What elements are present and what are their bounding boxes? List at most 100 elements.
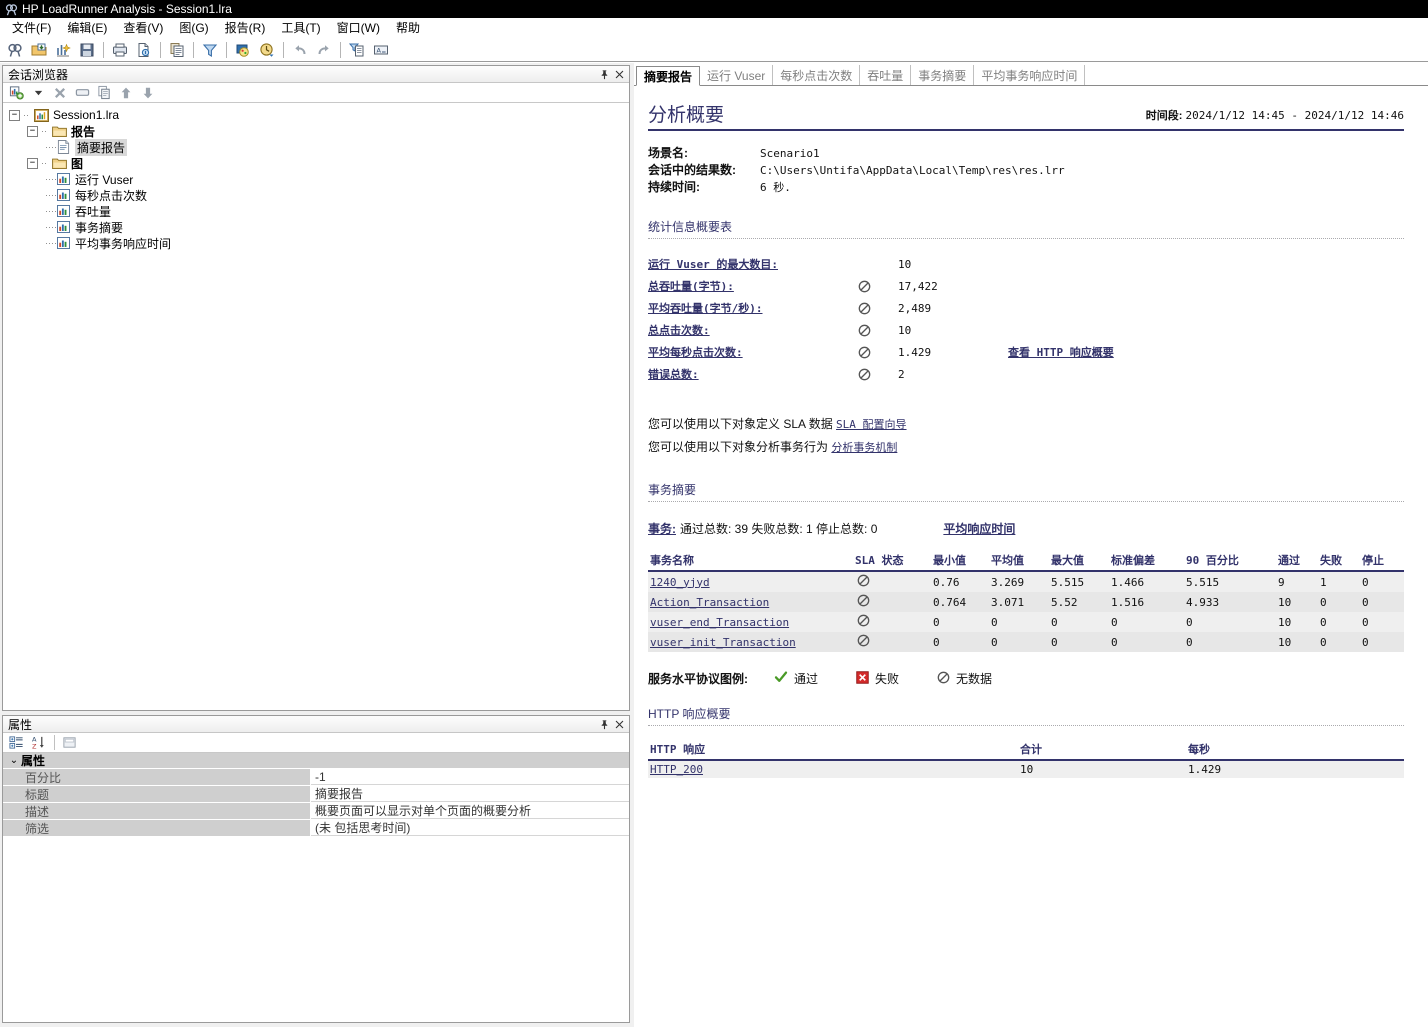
no-data-icon [858, 324, 898, 337]
categorized-view-icon[interactable] [6, 734, 26, 752]
menu-graph[interactable]: 图(G) [171, 17, 216, 38]
property-value-description[interactable]: 概要页面可以显示对单个页面的概要分析 [311, 803, 629, 819]
add-comment-icon[interactable]: A [370, 40, 392, 60]
save-icon[interactable] [76, 40, 98, 60]
close-icon[interactable] [612, 717, 627, 732]
stat-label-max-running-vusers[interactable]: 运行 Vuser 的最大数目: [648, 256, 858, 272]
redo-icon[interactable] [313, 40, 335, 60]
tree-node-running-vusers[interactable]: ···· 运行 Vuser [9, 171, 629, 187]
new-graph-icon[interactable] [52, 40, 74, 60]
tree-node-transaction-summary[interactable]: ···· 事务摘要 [9, 219, 629, 235]
sla-wizard-line: 您可以使用以下对象定义 SLA 数据 SLA 配置向导 [648, 413, 1404, 436]
tab-running-vusers[interactable]: 运行 Vuser [700, 65, 774, 85]
move-up-icon[interactable] [116, 84, 136, 102]
tree-node-throughput[interactable]: ···· 吞吐量 [9, 203, 629, 219]
auto-correlate-icon[interactable] [256, 40, 278, 60]
rename-icon[interactable] [72, 84, 92, 102]
transactions-link[interactable]: 事务: [648, 520, 676, 537]
expander-icon[interactable]: − [9, 109, 20, 121]
menu-tools[interactable]: 工具(T) [273, 17, 328, 38]
table-row[interactable]: vuser_init_Transaction 0 0 0 0 0 10 0 0 [648, 632, 1404, 652]
info-key-results-path: 会话中的结果数: [648, 163, 736, 177]
menu-window[interactable]: 窗口(W) [329, 17, 388, 38]
new-session-icon[interactable] [4, 40, 26, 60]
print-preview-icon[interactable] [133, 40, 155, 60]
tab-hits-per-second[interactable]: 每秒点击次数 [773, 65, 861, 85]
pin-icon[interactable] [597, 717, 612, 732]
no-data-icon [937, 671, 950, 687]
transaction-link[interactable]: 1240_yjyd [650, 576, 710, 589]
property-value-percent[interactable]: -1 [311, 769, 629, 785]
tree-node-hits-per-second[interactable]: ···· 每秒点击次数 [9, 187, 629, 203]
table-row[interactable]: HTTP_200 10 1.429 [648, 760, 1404, 778]
tree-node-session-root[interactable]: − ·· Session1.lra [9, 107, 629, 123]
filter-icon[interactable] [199, 40, 221, 60]
average-response-time-link[interactable]: 平均响应时间 [943, 520, 1015, 537]
tree-node-reports-group[interactable]: − ·· 报告 [9, 123, 629, 139]
svg-text:A: A [377, 46, 382, 54]
property-row-percent[interactable]: 百分比 -1 [3, 769, 629, 786]
cell-avg: 3.269 [991, 575, 1025, 589]
property-value-filter[interactable]: (未 包括思考时间) [311, 820, 629, 836]
tree-label-graphs: 图 [71, 156, 84, 171]
tree-node-avg-transaction-response-time[interactable]: ···· 平均事务响应时间 [9, 235, 629, 251]
table-row[interactable]: Action_Transaction 0.764 3.071 5.52 1.51… [648, 592, 1404, 612]
view-http-response-summary-link[interactable]: 查看 HTTP 响应概要 [1008, 346, 1114, 359]
stat-label-avg-throughput[interactable]: 平均吞吐量(字节/秒): [648, 300, 858, 316]
print-icon[interactable] [109, 40, 131, 60]
table-row[interactable]: vuser_end_Transaction 0 0 0 0 0 10 0 0 [648, 612, 1404, 632]
property-row-filter[interactable]: 筛选 (未 包括思考时间) [3, 820, 629, 837]
sla-wizard-text: 您可以使用以下对象定义 SLA 数据 [648, 417, 837, 431]
summary-filter-icon[interactable] [346, 40, 368, 60]
alphabetical-sort-icon[interactable]: A Z [28, 734, 48, 752]
transaction-link[interactable]: vuser_end_Transaction [650, 616, 789, 629]
expander-icon[interactable]: − [27, 125, 38, 137]
http-section-title: HTTP 响应概要 [648, 707, 731, 721]
property-row-title[interactable]: 标题 摘要报告 [3, 786, 629, 803]
analyze-transaction-mechanism-link[interactable]: 分析事务机制 [831, 441, 897, 454]
http-code-link[interactable]: HTTP_200 [650, 763, 703, 776]
stat-label-avg-hits-per-second[interactable]: 平均每秒点击次数: [648, 344, 858, 360]
add-graph-icon[interactable] [6, 84, 26, 102]
property-pages-icon[interactable] [59, 734, 79, 752]
main-toolbar: A [0, 38, 1428, 62]
stat-label-total-hits[interactable]: 总点击次数: [648, 322, 858, 338]
tab-summary-report[interactable]: 摘要报告 [636, 66, 701, 86]
menu-file[interactable]: 文件(F) [4, 17, 59, 38]
tab-transaction-summary[interactable]: 事务摘要 [911, 65, 975, 85]
no-data-icon [857, 594, 870, 607]
transaction-link[interactable]: Action_Transaction [650, 596, 769, 609]
stat-label-total-errors[interactable]: 错误总数: [648, 366, 858, 382]
info-row-scenario-name: 场景名: Scenario1 [648, 145, 1404, 162]
table-row[interactable]: 1240_yjyd 0.76 3.269 5.515 1.466 5.515 9… [648, 571, 1404, 592]
duplicate-icon[interactable] [94, 84, 114, 102]
menu-help[interactable]: 帮助 [388, 17, 428, 38]
menu-report[interactable]: 报告(R) [217, 17, 274, 38]
statistics-table: 运行 Vuser 的最大数目: 10 总吞吐量(字节): 17,422 平均吞吐… [648, 253, 1404, 385]
cell-fail: 0 [1320, 615, 1327, 629]
tab-avg-transaction-response-time[interactable]: 平均事务响应时间 [974, 65, 1086, 85]
tab-throughput[interactable]: 吞吐量 [860, 65, 912, 85]
set-granularity-icon[interactable] [232, 40, 254, 60]
open-session-icon[interactable] [28, 40, 50, 60]
move-down-icon[interactable] [138, 84, 158, 102]
property-value-title[interactable]: 摘要报告 [311, 786, 629, 802]
property-row-description[interactable]: 描述 概要页面可以显示对单个页面的概要分析 [3, 803, 629, 820]
menu-view[interactable]: 查看(V) [115, 17, 171, 38]
expander-icon[interactable]: − [27, 157, 38, 169]
tree-node-graphs-group[interactable]: − ·· 图 [9, 155, 629, 171]
copy-to-clipboard-icon[interactable] [166, 40, 188, 60]
dropdown-arrow-icon[interactable] [28, 84, 48, 102]
transaction-table-header-row: 事务名称 SLA 状态 最小值 平均值 最大值 标准偏差 90 百分比 通过 失… [648, 551, 1404, 572]
close-icon[interactable] [612, 67, 627, 82]
chevron-down-icon[interactable]: ⌄ [7, 755, 21, 766]
undo-icon[interactable] [289, 40, 311, 60]
tree-node-summary-report[interactable]: ···· 摘要报告 [9, 138, 629, 156]
menu-edit[interactable]: 编辑(E) [59, 17, 115, 38]
properties-category-row[interactable]: ⌄ 属性 [3, 753, 629, 769]
sla-configuration-wizard-link[interactable]: SLA 配置向导 [836, 418, 907, 431]
transaction-link[interactable]: vuser_init_Transaction [650, 636, 796, 649]
delete-icon[interactable] [50, 84, 70, 102]
stat-label-total-throughput[interactable]: 总吞吐量(字节): [648, 278, 858, 294]
pin-icon[interactable] [597, 67, 612, 82]
